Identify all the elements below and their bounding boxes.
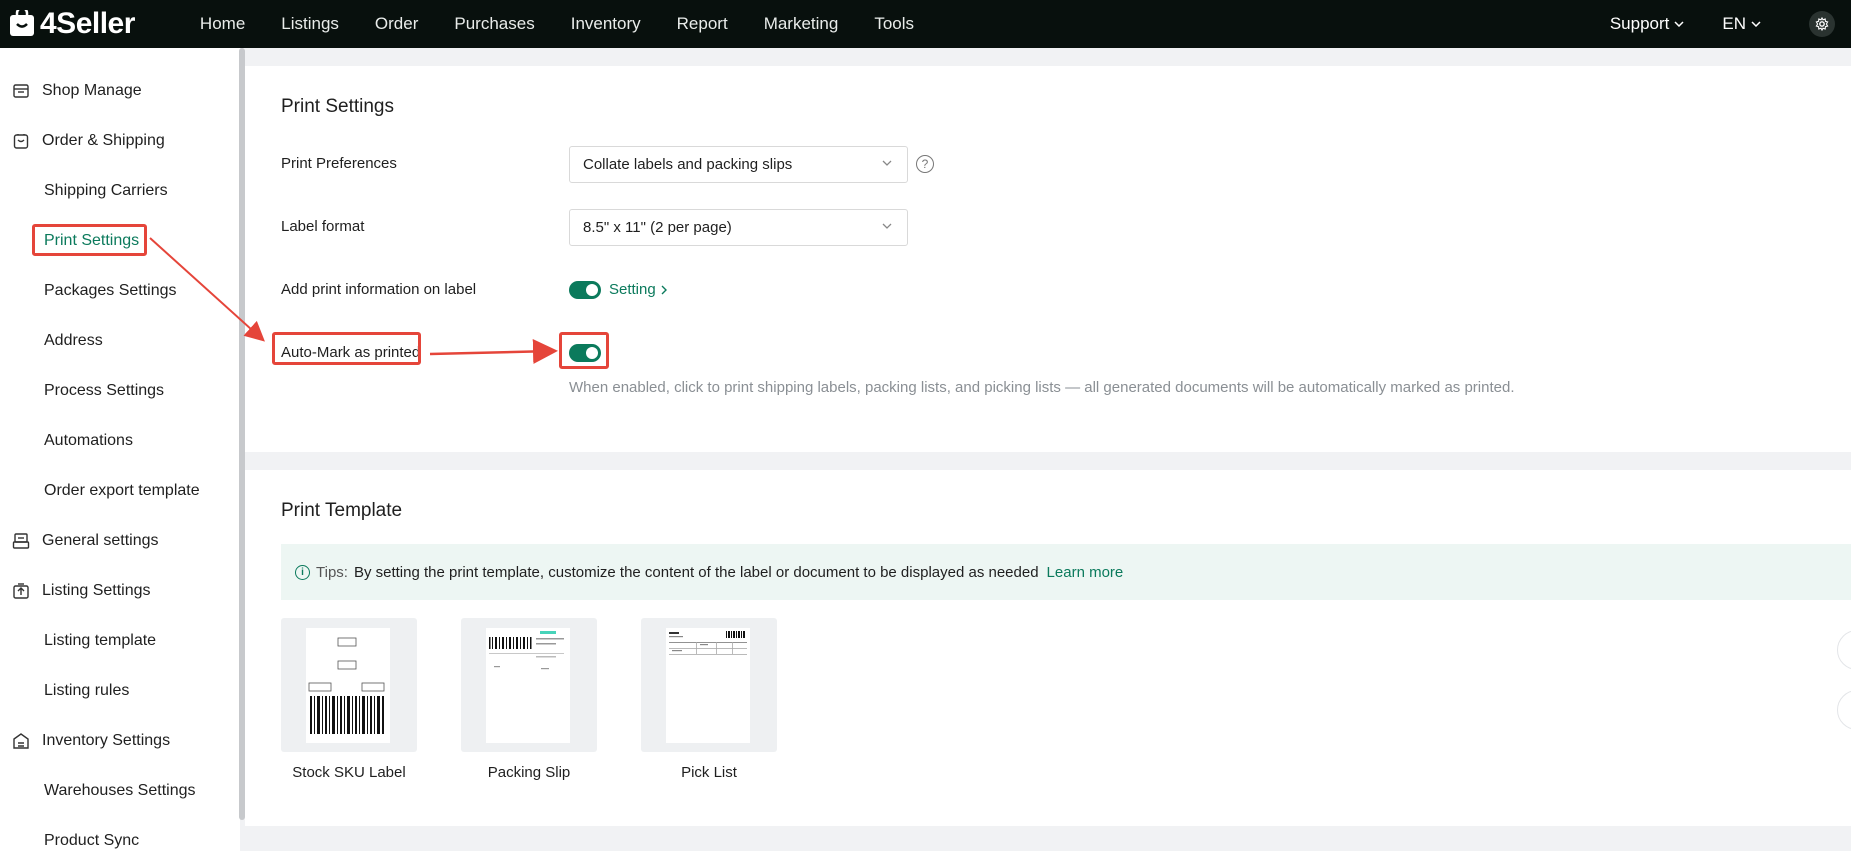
sidebar-item-inventory-settings[interactable]: Inventory Settings — [0, 716, 240, 766]
nav-inventory[interactable]: Inventory — [571, 14, 641, 34]
main-nav: Home Listings Order Purchases Inventory … — [200, 14, 950, 34]
nav-report[interactable]: Report — [677, 14, 728, 34]
nav-home[interactable]: Home — [200, 14, 245, 34]
learn-more-link[interactable]: Learn more — [1047, 564, 1124, 581]
chevron-down-icon — [882, 223, 892, 229]
logo-icon — [8, 6, 36, 38]
sidebar-item-product-sync[interactable]: Product Sync — [0, 816, 240, 851]
support-label: Support — [1609, 14, 1670, 33]
upload-icon — [12, 582, 30, 600]
nav-order[interactable]: Order — [375, 14, 418, 34]
label-format-label: Label format — [281, 218, 365, 235]
template-name: Pick List — [681, 764, 737, 781]
floating-side-button[interactable] — [1837, 630, 1851, 670]
chevron-down-icon — [1751, 21, 1761, 27]
sidebar-item-packages-settings[interactable]: Packages Settings — [0, 266, 240, 316]
label-format-value: 8.5" x 11" (2 per page) — [583, 219, 732, 236]
nav-marketing[interactable]: Marketing — [764, 14, 839, 34]
inventory-icon — [12, 732, 30, 750]
print-template-title: Print Template — [281, 500, 403, 521]
chevron-right-icon — [661, 285, 667, 294]
sidebar-item-listing-rules[interactable]: Listing rules — [0, 666, 240, 716]
print-settings-panel: Print Settings Print Preferences Collate… — [245, 66, 1851, 452]
annotation-highlight-print-settings — [32, 224, 147, 256]
sidebar-item-label: Listing rules — [44, 682, 130, 699]
sidebar-item-general-settings[interactable]: General settings — [0, 516, 240, 566]
add-print-info-toggle[interactable] — [569, 281, 601, 299]
print-preferences-select[interactable]: Collate labels and packing slips — [569, 146, 908, 183]
printer-icon — [12, 532, 30, 550]
sidebar: Shop Manage Order & Shipping Shipping Ca… — [0, 48, 240, 851]
logo-text: 4Seller — [40, 7, 135, 40]
sidebar-item-label: Listing Settings — [42, 582, 151, 599]
annotation-highlight-auto-mark-toggle — [559, 332, 609, 369]
sidebar-item-label: Listing template — [44, 632, 157, 649]
sidebar-item-label: Inventory Settings — [42, 732, 171, 749]
info-icon: i — [295, 564, 310, 580]
packing-slip-thumbnail — [486, 628, 570, 743]
floating-side-button[interactable] — [1837, 690, 1851, 730]
sidebar-item-warehouses-settings[interactable]: Warehouses Settings — [0, 766, 240, 816]
sidebar-item-label: Shop Manage — [42, 82, 142, 99]
print-settings-title: Print Settings — [281, 96, 394, 117]
top-navigation-bar: 4Seller Home Listings Order Purchases In… — [0, 0, 1851, 48]
chevron-down-icon — [1674, 21, 1684, 27]
print-template-panel: Print Template i Tips: By setting the pr… — [245, 470, 1851, 826]
settings-gear-button[interactable] — [1809, 11, 1835, 37]
nav-listings[interactable]: Listings — [281, 14, 339, 34]
sidebar-item-listing-settings[interactable]: Listing Settings — [0, 566, 240, 616]
sidebar-item-label: Address — [44, 332, 103, 349]
support-menu[interactable]: Support — [1610, 14, 1685, 34]
pick-list-thumbnail — [666, 628, 750, 743]
chevron-down-icon — [882, 160, 892, 166]
auto-mark-description: When enabled, click to print shipping la… — [569, 379, 1515, 396]
stock-sku-label-thumbnail — [306, 628, 390, 743]
tips-text: By setting the print template, customize… — [353, 563, 1039, 581]
template-name: Packing Slip — [487, 764, 571, 781]
gear-icon — [1815, 17, 1829, 31]
template-card-packing-slip[interactable] — [461, 618, 597, 752]
sidebar-item-process-settings[interactable]: Process Settings — [0, 366, 240, 416]
logo[interactable]: 4Seller — [8, 0, 135, 48]
tips-banner: i Tips: By setting the print template, c… — [281, 544, 1851, 600]
sidebar-item-shipping-carriers[interactable]: Shipping Carriers — [0, 166, 240, 216]
sidebar-item-label: Order & Shipping — [42, 132, 165, 149]
sidebar-item-automations[interactable]: Automations — [0, 416, 240, 466]
sidebar-item-listing-template[interactable]: Listing template — [0, 616, 240, 666]
sidebar-item-label: Shipping Carriers — [44, 182, 168, 199]
tips-label: Tips: — [316, 563, 348, 581]
sidebar-item-label: Warehouses Settings — [44, 782, 196, 799]
template-card-pick-list[interactable] — [641, 618, 777, 752]
nav-tools[interactable]: Tools — [874, 14, 914, 34]
sidebar-item-label: Packages Settings — [44, 282, 177, 299]
sidebar-item-label: Order export template — [44, 482, 200, 499]
sidebar-item-label: Process Settings — [44, 382, 165, 399]
sidebar-item-order-export-template[interactable]: Order export template — [0, 466, 240, 516]
order-bag-icon — [12, 132, 30, 150]
sidebar-item-label: General settings — [42, 532, 159, 549]
sidebar-item-label: Automations — [44, 432, 133, 449]
print-preferences-value: Collate labels and packing slips — [583, 156, 793, 173]
sidebar-item-shop-manage[interactable]: Shop Manage — [0, 66, 240, 116]
shop-icon — [12, 82, 30, 100]
top-right-controls: Support EN — [1610, 0, 1851, 48]
sidebar-item-label: Product Sync — [44, 832, 140, 849]
sidebar-item-order-shipping[interactable]: Order & Shipping — [0, 116, 240, 166]
setting-link[interactable]: Setting — [609, 281, 669, 298]
template-card-stock-sku-label[interactable] — [281, 618, 417, 752]
annotation-highlight-auto-mark-label — [272, 332, 421, 365]
add-print-info-label: Add print information on label — [281, 281, 477, 298]
toggle-knob — [586, 284, 598, 296]
setting-link-label: Setting — [609, 281, 656, 298]
language-label: EN — [1722, 14, 1746, 33]
print-preferences-label: Print Preferences — [281, 155, 397, 172]
help-icon[interactable]: ? — [916, 155, 934, 173]
label-format-select[interactable]: 8.5" x 11" (2 per page) — [569, 209, 908, 246]
sidebar-item-address[interactable]: Address — [0, 316, 240, 366]
language-menu[interactable]: EN — [1722, 14, 1761, 34]
template-name: Stock SKU Label — [292, 764, 406, 781]
nav-purchases[interactable]: Purchases — [454, 14, 534, 34]
